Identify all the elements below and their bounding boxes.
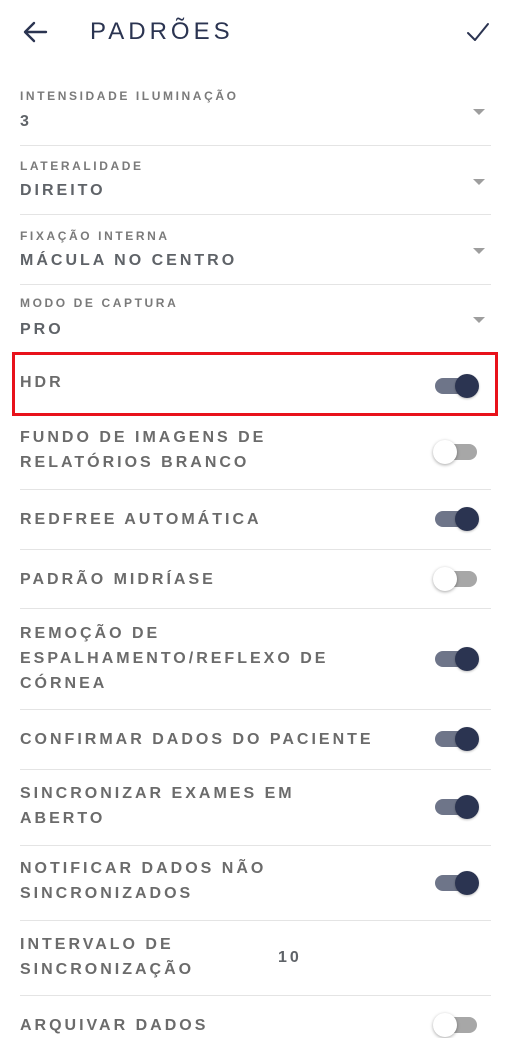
confirm-patient-data-toggle[interactable] [433,727,479,751]
toggle-label-line: CÓRNEA [20,675,108,692]
switch-thumb [455,871,479,895]
page-title: PADRÕES [90,18,234,45]
toggle-label: NOTIFICAR DADOS NÃO SINCRONIZADOS [20,856,420,906]
toggle-label-line: FUNDO DE IMAGENS DE [20,429,267,446]
mydriasis-default-toggle[interactable] [433,567,479,591]
toggle-row-archive-data: ARQUIVAR DADOS [20,996,491,1037]
select-label: LATERALIDADE [20,159,144,173]
toggle-label: ARQUIVAR DADOS [20,1017,209,1034]
back-arrow-icon[interactable] [22,20,48,44]
toggle-row-auto-redfree: REDFREE AUTOMÁTICA [20,490,491,550]
switch-thumb [455,727,479,751]
toggle-row-confirm-patient-data: CONFIRMAR DADOS DO PACIENTE [20,710,491,770]
select-label: MODO DE CAPTURA [20,296,179,310]
switch-thumb [455,647,479,671]
toggle-label: REDFREE AUTOMÁTICA [20,507,420,532]
sync-interval-value[interactable]: 10 [278,949,302,967]
cornea-reflex-removal-toggle[interactable] [433,647,479,671]
toggle-label-line: NOTIFICAR DADOS NÃO [20,860,267,877]
toggle-label-line: RELATÓRIOS BRANCO [20,454,250,471]
toggle-label: REMOÇÃO DE ESPALHAMENTO/REFLEXO DE CÓRNE… [20,621,420,696]
toggle-label: PADRÃO MIDRÍASE [20,567,420,592]
toggle-label: FUNDO DE IMAGENS DE RELATÓRIOS BRANCO [20,425,420,475]
interval-label-line: INTERVALO DE [20,936,174,953]
select-illumination-intensity[interactable]: INTENSIDADE ILUMINAÇÃO 3 [20,75,491,146]
sync-interval-label: INTERVALO DE SINCRONIZAÇÃO [20,932,260,982]
interval-label-line: SINCRONIZAÇÃO [20,961,195,978]
toggle-row-mydriasis-default: PADRÃO MIDRÍASE [20,550,491,609]
toggle-row-white-report-background: FUNDO DE IMAGENS DE RELATÓRIOS BRANCO [20,414,491,490]
dropdown-caret-icon [473,109,485,115]
sync-open-exams-toggle[interactable] [433,795,479,819]
toggle-label-line: CONFIRMAR DADOS DO PACIENTE [20,731,374,748]
app-header: PADRÕES [0,0,511,66]
dropdown-caret-icon [473,248,485,254]
auto-redfree-toggle[interactable] [433,507,479,531]
select-value: 3 [20,113,32,130]
toggle-row-notify-unsynced: NOTIFICAR DADOS NÃO SINCRONIZADOS [20,846,491,921]
select-label: INTENSIDADE ILUMINAÇÃO [20,89,239,103]
toggle-label-line: ESPALHAMENTO/REFLEXO DE [20,650,329,667]
select-laterality[interactable]: LATERALIDADE DIREITO [20,146,491,215]
switch-thumb [433,567,457,591]
dropdown-caret-icon [473,179,485,185]
select-label: FIXAÇÃO INTERNA [20,229,170,243]
highlight-frame [12,352,498,416]
toggle-label-line: REDFREE AUTOMÁTICA [20,511,262,528]
switch-thumb [433,440,457,464]
switch-thumb [455,795,479,819]
sync-interval-row[interactable]: INTERVALO DE SINCRONIZAÇÃO 10 [20,921,491,996]
archive-data-toggle[interactable] [433,1013,479,1037]
select-value: DIREITO [20,182,106,199]
toggle-label: CONFIRMAR DADOS DO PACIENTE [20,727,440,752]
toggle-label-line: PADRÃO MIDRÍASE [20,571,216,588]
toggle-label-line: ABERTO [20,810,106,827]
confirm-check-icon[interactable] [465,20,491,44]
toggle-row-sync-open-exams: SINCRONIZAR EXAMES EM ABERTO [20,770,491,846]
select-value: PRO [20,321,64,338]
switch-thumb [455,507,479,531]
dropdown-caret-icon [473,317,485,323]
toggle-label-line: SINCRONIZAR EXAMES EM [20,785,295,802]
toggle-label-line: REMOÇÃO DE [20,625,161,642]
notify-unsynced-toggle[interactable] [433,871,479,895]
toggle-label-line: SINCRONIZADOS [20,885,194,902]
white-report-background-toggle[interactable] [433,440,479,464]
toggle-label: SINCRONIZAR EXAMES EM ABERTO [20,781,420,831]
toggle-row-cornea-reflex-removal: REMOÇÃO DE ESPALHAMENTO/REFLEXO DE CÓRNE… [20,609,491,710]
select-internal-fixation[interactable]: FIXAÇÃO INTERNA MÁCULA NO CENTRO [20,215,491,285]
switch-thumb [433,1013,457,1037]
select-value: MÁCULA NO CENTRO [20,252,238,269]
select-capture-mode[interactable]: MODO DE CAPTURA PRO [20,285,491,354]
